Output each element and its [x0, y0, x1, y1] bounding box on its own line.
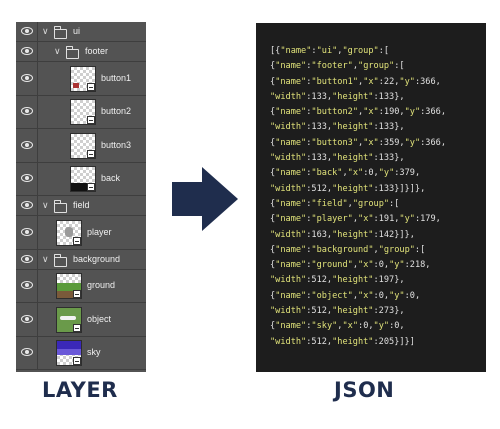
visibility-toggle[interactable]: [16, 249, 38, 269]
layer-name: field: [73, 200, 90, 210]
json-line: "width":133,"height":133},: [270, 91, 405, 102]
eye-icon: [21, 140, 33, 149]
layer-row[interactable]: back: [16, 162, 146, 196]
eye-icon: [21, 227, 33, 236]
visibility-toggle[interactable]: [16, 22, 38, 41]
layer-thumbnail: [56, 306, 82, 333]
eye-icon: [21, 348, 33, 357]
smart-object-icon: [87, 82, 95, 91]
layer-row[interactable]: ground: [16, 269, 146, 303]
json-caption: JSON: [334, 378, 395, 402]
layer-row[interactable]: button3: [16, 129, 146, 163]
eye-icon: [21, 314, 33, 323]
folder-icon: [54, 26, 67, 39]
layer-name: button1: [101, 72, 132, 83]
smart-object-icon: [73, 290, 81, 299]
layer-name: button3: [101, 139, 132, 150]
chevron-down-icon[interactable]: ∨: [42, 201, 49, 210]
json-line: {"name":"ground","x":0,"y":218,: [270, 260, 431, 271]
smart-object-icon: [73, 357, 81, 366]
json-line: {"name":"button1","x":22,"y":366,: [270, 76, 441, 87]
eye-icon: [21, 281, 33, 290]
folder-icon: [66, 46, 79, 59]
visibility-toggle[interactable]: [16, 196, 38, 215]
layer-caption: LAYER: [42, 378, 118, 402]
json-line: {"name":"object","x":0,"y":0,: [270, 290, 421, 301]
layer-row[interactable]: object: [16, 303, 146, 337]
json-line: "width":133,"height":133},: [270, 153, 405, 164]
json-line: {"name":"button2","x":190,"y":366,: [270, 107, 446, 118]
eye-icon: [21, 201, 33, 209]
json-line: [{"name":"ui","group":[: [270, 46, 390, 56]
layer-name: object: [87, 313, 112, 324]
layer-thumbnail: [70, 132, 96, 159]
layer-name: back: [101, 173, 121, 184]
json-line: {"name":"footer","group":[: [270, 61, 405, 72]
json-line: "width":512,"height":273},: [270, 306, 405, 317]
chevron-down-icon[interactable]: ∨: [42, 254, 49, 264]
layer-name: footer: [85, 46, 109, 56]
eye-icon: [21, 47, 33, 55]
eye-icon: [21, 73, 33, 82]
layer-thumbnail: [70, 166, 96, 193]
json-line: "width":512,"height":197},: [270, 275, 405, 286]
json-line: {"name":"player","x":191,"y":179,: [270, 214, 441, 225]
json-line: "width":133,"height":133},: [270, 122, 405, 133]
visibility-toggle[interactable]: [16, 129, 38, 162]
layer-name: player: [87, 226, 112, 237]
layer-thumbnail: [56, 219, 82, 246]
layer-name: button2: [101, 106, 132, 117]
visibility-toggle[interactable]: [16, 303, 38, 336]
smart-object-icon: [87, 116, 95, 125]
json-line: {"name":"field","group":[: [270, 198, 400, 209]
visibility-toggle[interactable]: [16, 95, 38, 128]
visibility-toggle[interactable]: [16, 269, 38, 302]
visibility-toggle[interactable]: [16, 336, 38, 369]
layer-name: ui: [73, 26, 81, 36]
layer-row[interactable]: button1: [16, 62, 146, 96]
layer-row[interactable]: ∨ footer: [16, 42, 146, 62]
layer-row[interactable]: player: [16, 216, 146, 250]
chevron-down-icon[interactable]: ∨: [54, 47, 61, 56]
layer-row[interactable]: sky: [16, 336, 146, 370]
layer-thumbnail: [56, 340, 82, 367]
visibility-toggle[interactable]: [16, 162, 38, 195]
smart-object-icon: [87, 183, 95, 192]
chevron-down-icon[interactable]: ∨: [42, 27, 49, 36]
layer-thumbnail: [70, 65, 96, 92]
json-line: "width":512,"height":133}]}]},: [270, 183, 426, 194]
layer-name: background: [73, 253, 121, 264]
json-code: [{"name":"ui","group":[ {"name":"footer",…: [270, 44, 446, 350]
json-line: {"name":"button3","x":359,"y":366,: [270, 137, 446, 148]
visibility-toggle[interactable]: [16, 216, 38, 249]
json-line: {"name":"background","group":[: [270, 244, 426, 255]
eye-icon: [21, 174, 33, 183]
layer-row[interactable]: ∨ ui: [16, 22, 146, 42]
smart-object-icon: [73, 323, 81, 332]
visibility-toggle[interactable]: [16, 42, 38, 61]
layer-thumbnail: [70, 99, 96, 126]
folder-icon: [54, 200, 67, 213]
json-line: "width":512,"height":205}]}]: [270, 336, 415, 347]
right-arrow-icon: [172, 167, 238, 231]
eye-icon: [21, 254, 33, 263]
visibility-toggle[interactable]: [16, 62, 38, 95]
json-line: "width":163,"height":142}]},: [270, 229, 415, 240]
folder-icon: [54, 253, 67, 267]
json-line: {"name":"sky","x":0,"y":0,: [270, 321, 405, 332]
eye-icon: [21, 107, 33, 116]
json-line: {"name":"back","x":0,"y":379,: [270, 168, 421, 179]
json-code-panel: [{"name":"ui","group":[ {"name":"footer",…: [256, 23, 486, 372]
layer-row[interactable]: ∨ field: [16, 196, 146, 216]
layer-row[interactable]: ∨ background: [16, 249, 146, 270]
layer-thumbnail: [56, 273, 82, 300]
smart-object-icon: [73, 236, 81, 245]
smart-object-icon: [87, 149, 95, 158]
eye-icon: [21, 27, 33, 35]
layer-row[interactable]: button2: [16, 95, 146, 129]
layers-panel: ∨ ui ∨ footer button1 button2 button3 back ∨ fiel…: [16, 22, 146, 372]
layer-name: sky: [87, 347, 101, 358]
layer-name: ground: [87, 280, 116, 291]
